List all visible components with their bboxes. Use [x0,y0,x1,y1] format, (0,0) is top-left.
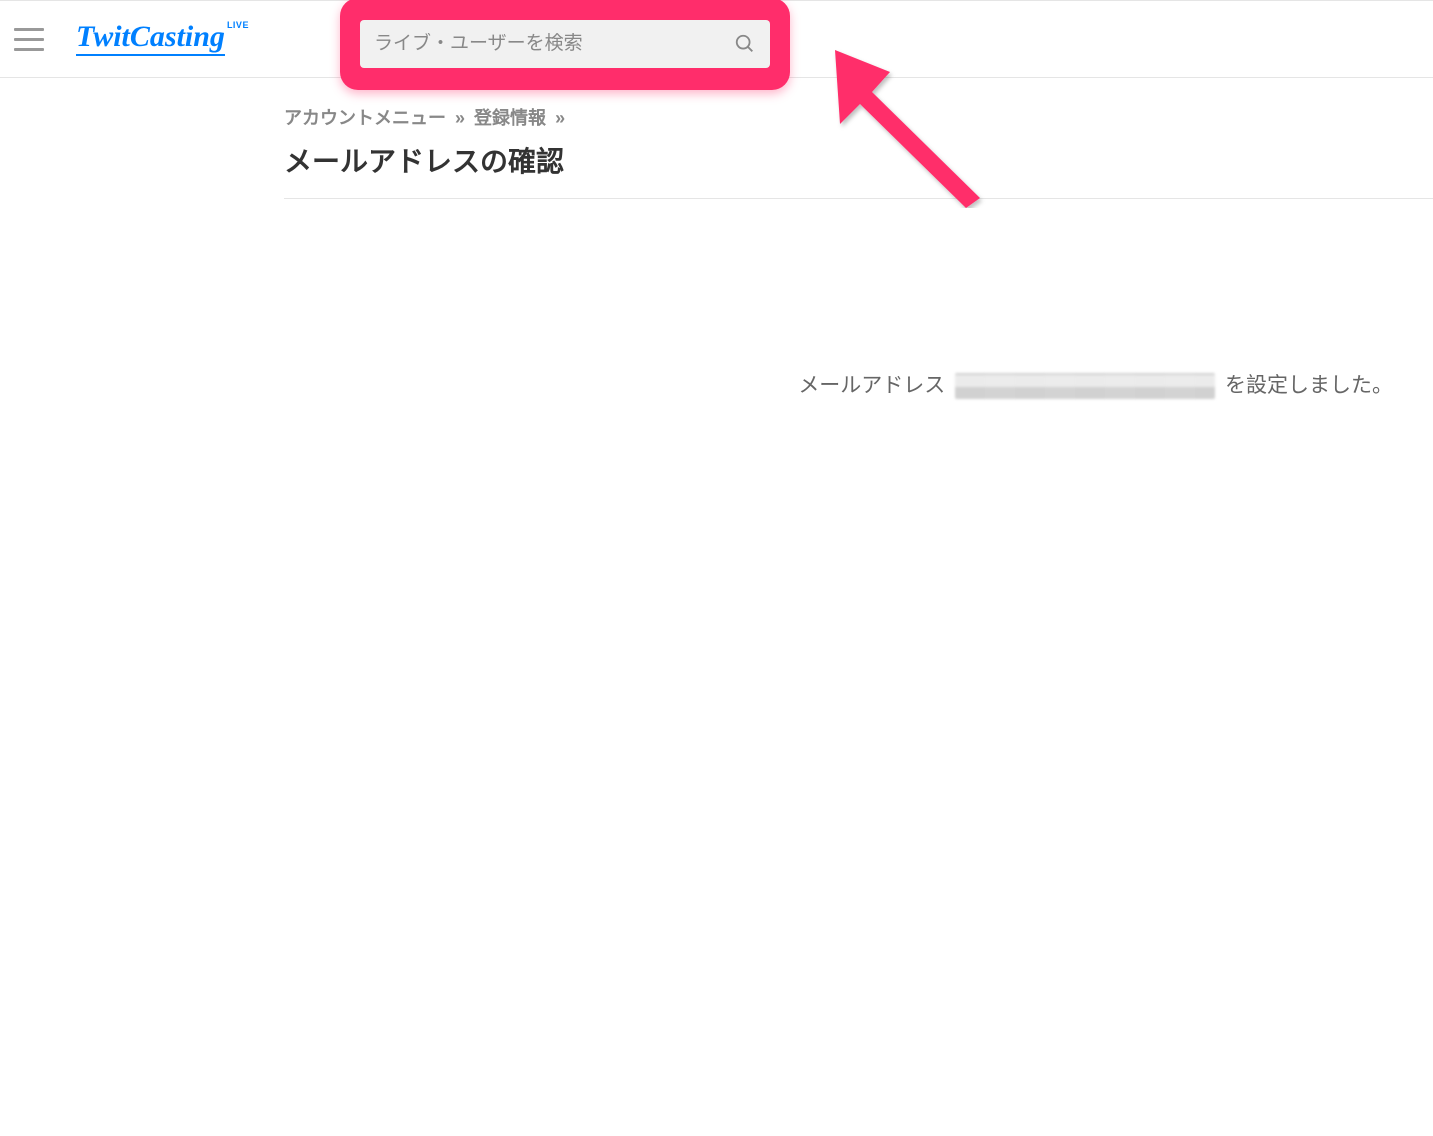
redacted-email [955,373,1215,399]
site-logo[interactable]: TwitCasting LIVE [76,22,247,56]
menu-toggle-button[interactable] [14,20,52,58]
breadcrumb-separator: » [551,108,569,128]
message-prefix: メールアドレス [798,374,951,397]
logo-live-badge: LIVE [227,20,249,30]
search-input[interactable] [374,33,724,55]
breadcrumb-registration-info[interactable]: 登録情報 [474,108,546,128]
page-title: メールアドレスの確認 [284,140,1433,180]
logo-text: TwitCasting [76,22,225,56]
breadcrumb-account-menu[interactable]: アカウントメニュー [284,108,446,128]
message-suffix: を設定しました。 [1219,374,1393,397]
hamburger-line-icon [14,28,44,31]
search-highlight-annotation [340,0,790,90]
hamburger-line-icon [14,38,44,41]
main-content: アカウントメニュー » 登録情報 » メールアドレスの確認 メールアドレス を設… [0,78,1433,399]
search-box[interactable] [360,20,770,68]
search-icon[interactable] [734,33,756,55]
header-bar: TwitCasting LIVE [0,0,1433,78]
confirmation-message: メールアドレス を設定しました。 [284,199,1433,399]
hamburger-line-icon [14,48,44,51]
breadcrumb: アカウントメニュー » 登録情報 » [284,104,1433,130]
breadcrumb-separator: » [451,108,469,128]
